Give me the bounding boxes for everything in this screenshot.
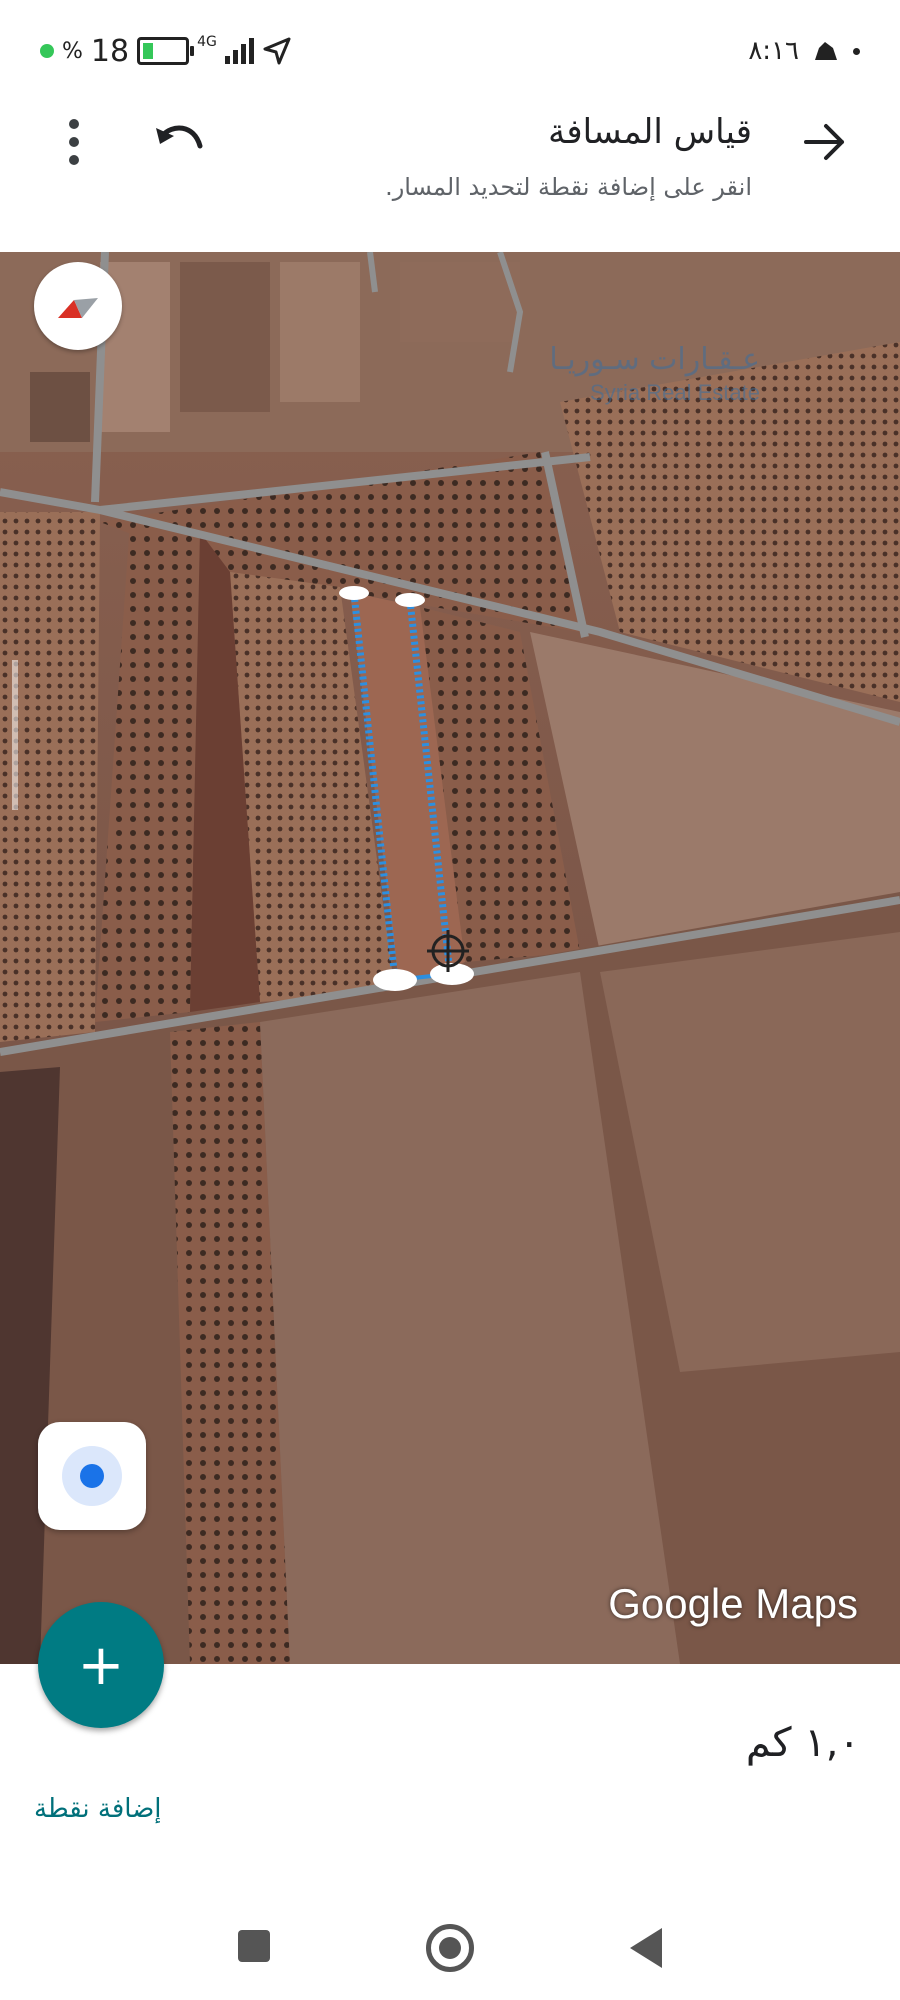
privacy-dot-icon xyxy=(40,44,54,58)
path-point-2[interactable] xyxy=(395,593,425,607)
watermark-english: Syria Real Estate xyxy=(590,380,760,405)
map-scale-indicator xyxy=(12,660,18,810)
recent-apps-icon[interactable] xyxy=(238,1930,270,1962)
path-point-1[interactable] xyxy=(339,586,369,600)
add-point-link[interactable]: إضافة نقطة xyxy=(34,1794,162,1824)
path-point-3[interactable] xyxy=(373,969,417,991)
page-subtitle: انقر على إضافة نقطة لتحديد المسار. xyxy=(385,173,752,201)
notification-dot-icon xyxy=(853,47,860,55)
back-arrow-icon[interactable] xyxy=(798,116,850,168)
time: ٨:١٦ xyxy=(748,36,799,66)
compass-button[interactable] xyxy=(34,262,122,350)
map-attribution: Google Maps xyxy=(608,1580,858,1627)
battery-percent-symbol: % xyxy=(62,38,83,64)
nav-back-icon[interactable] xyxy=(630,1928,662,1968)
my-location-icon xyxy=(80,1464,104,1488)
compass-icon xyxy=(58,298,98,318)
notification-icon xyxy=(815,42,837,60)
watermark-arabic: عـقـارات سـوريـا xyxy=(549,342,760,377)
signal-icon xyxy=(224,38,254,64)
battery-level: 18 xyxy=(90,33,130,69)
status-left: % 18 4G xyxy=(40,33,292,69)
add-point-fab[interactable]: + xyxy=(38,1602,164,1728)
more-options-icon[interactable] xyxy=(62,118,86,166)
watermark-logo: عـقـارات سـوريـا Syria Real Estate xyxy=(440,342,760,422)
undo-icon[interactable] xyxy=(150,116,210,168)
location-arrow-icon xyxy=(263,37,291,65)
battery-icon xyxy=(137,37,195,65)
home-icon[interactable] xyxy=(426,1924,474,1972)
page-title: قياس المسافة xyxy=(548,112,752,152)
status-right: ٨:١٦ xyxy=(748,34,860,68)
my-location-button[interactable] xyxy=(38,1422,146,1530)
network-type: 4G xyxy=(197,34,217,50)
measured-distance: ١,٠ كم xyxy=(745,1720,860,1766)
